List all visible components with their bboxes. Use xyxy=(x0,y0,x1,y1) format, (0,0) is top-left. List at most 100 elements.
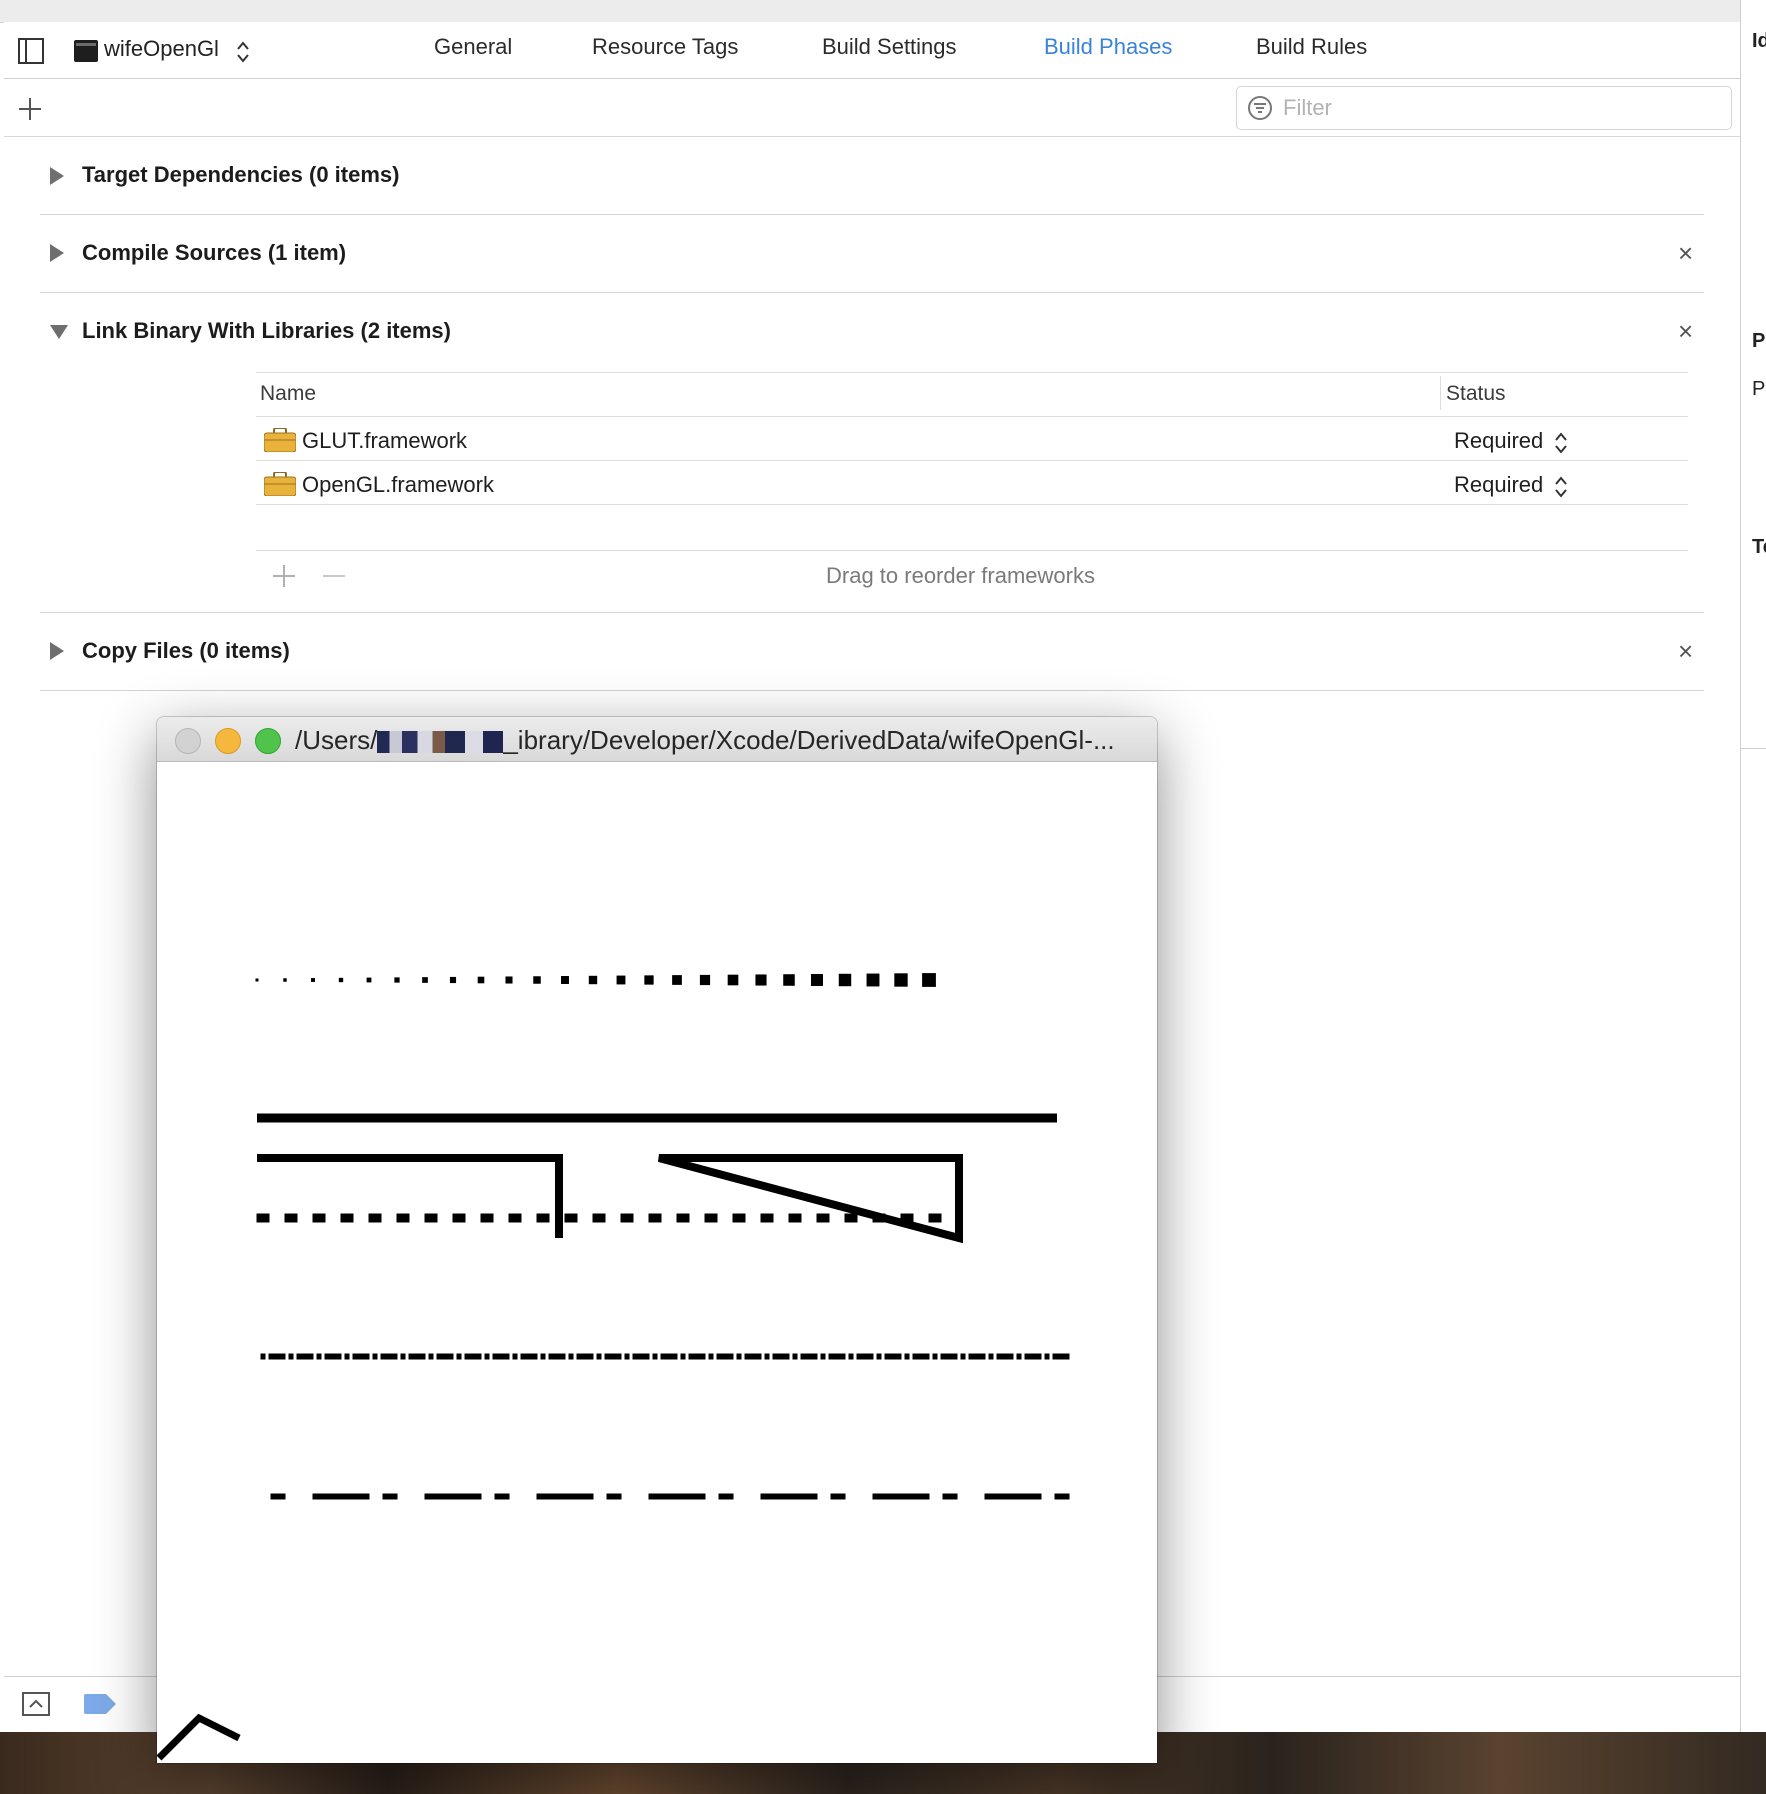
stipple-dot xyxy=(680,1353,686,1360)
tag-icon[interactable] xyxy=(84,1694,116,1714)
stipple-dash xyxy=(508,1213,522,1223)
stipple-dot xyxy=(848,1353,854,1360)
stipple-dot xyxy=(838,973,852,987)
divider xyxy=(40,214,1704,215)
stipple-dot xyxy=(422,977,428,983)
disclosure-triangle-icon[interactable] xyxy=(50,167,64,185)
stipple-dot xyxy=(484,1353,490,1360)
phase-target-dependencies[interactable]: Target Dependencies (0 items) xyxy=(82,162,399,188)
close-icon[interactable]: × xyxy=(1678,316,1693,347)
stipple-dot xyxy=(477,976,485,984)
stipple-dash xyxy=(968,1353,986,1360)
filter-field[interactable] xyxy=(1236,86,1732,130)
table-row-border xyxy=(256,460,1688,461)
stipple-dash xyxy=(368,1213,382,1223)
plus-icon[interactable] xyxy=(272,564,296,588)
filter-icon xyxy=(1248,96,1272,120)
disclosure-triangle-icon[interactable] xyxy=(50,325,68,339)
stipple-dash xyxy=(632,1353,650,1360)
disclosure-triangle-icon[interactable] xyxy=(50,244,64,262)
stepper-arrows-icon[interactable] xyxy=(236,40,250,64)
stipple-dot xyxy=(904,1353,910,1360)
stipple-dash xyxy=(592,1213,606,1223)
tab-resource-tags[interactable]: Resource Tags xyxy=(592,34,738,60)
close-button[interactable] xyxy=(175,728,201,754)
library-row-status[interactable]: Required xyxy=(1454,428,1543,454)
stipple-dash xyxy=(536,1213,550,1223)
stipple-dash xyxy=(340,1213,354,1223)
phase-compile-sources[interactable]: Compile Sources (1 item) xyxy=(82,240,346,266)
stipple-dot xyxy=(568,1353,574,1360)
framework-toolbox-icon xyxy=(264,472,296,496)
stipple-dash xyxy=(856,1353,874,1360)
tab-build-settings[interactable]: Build Settings xyxy=(822,34,957,60)
stipple-dot xyxy=(616,975,626,985)
stipple-dot xyxy=(727,974,739,986)
stipple-dot xyxy=(755,974,767,986)
stipple-dot xyxy=(338,977,344,983)
divider xyxy=(40,292,1704,293)
plus-icon[interactable] xyxy=(18,97,42,121)
disclosure-triangle-icon[interactable] xyxy=(50,642,64,660)
minimize-button[interactable] xyxy=(215,728,241,754)
tab-build-rules[interactable]: Build Rules xyxy=(1256,34,1367,60)
stipple-dot xyxy=(316,1353,322,1360)
column-header-name[interactable]: Name xyxy=(260,382,316,406)
stipple-dash xyxy=(576,1353,594,1360)
stipple-dot xyxy=(456,1353,462,1360)
stipple-dot xyxy=(652,1353,658,1360)
stipple-dash xyxy=(872,1493,930,1500)
divider xyxy=(40,612,1704,613)
stipple-dash xyxy=(436,1353,454,1360)
stipple-dash xyxy=(648,1493,706,1500)
stipple-dash xyxy=(984,1493,1042,1500)
phase-link-binary[interactable]: Link Binary With Libraries (2 items) xyxy=(82,318,451,344)
drag-hint-text: Drag to reorder frameworks xyxy=(826,563,1095,588)
title-path-suffix: _ibrary/Developer/Xcode/DerivedData/wife… xyxy=(503,725,1115,755)
partial-shape xyxy=(157,1713,241,1761)
stepper-arrows-icon[interactable] xyxy=(1554,430,1568,456)
stipple-dot xyxy=(394,977,400,983)
close-icon[interactable]: × xyxy=(1678,238,1693,269)
stipple-dot xyxy=(988,1353,994,1360)
library-row-status[interactable]: Required xyxy=(1454,472,1543,498)
inspector-divider xyxy=(1740,748,1766,749)
stipple-dash xyxy=(1052,1353,1070,1360)
stipple-dash xyxy=(536,1493,594,1500)
stipple-dash xyxy=(480,1213,494,1223)
minus-icon[interactable] xyxy=(322,564,346,588)
column-header-status[interactable]: Status xyxy=(1446,382,1506,406)
inspector-label: Pr xyxy=(1752,330,1766,352)
stipple-dash xyxy=(564,1213,578,1223)
tab-general[interactable]: General xyxy=(434,34,512,60)
stipple-dot xyxy=(624,1353,630,1360)
library-row-name[interactable]: GLUT.framework xyxy=(302,428,467,454)
library-row-name[interactable]: OpenGL.framework xyxy=(302,472,494,498)
inspector-panel xyxy=(1740,0,1766,1732)
phase-copy-files[interactable]: Copy Files (0 items) xyxy=(82,638,290,664)
stipple-dot xyxy=(540,1353,546,1360)
inspector-label: P xyxy=(1752,378,1766,400)
sidebar-toggle-icon[interactable] xyxy=(18,38,44,64)
stipple-dash xyxy=(704,1213,718,1223)
close-icon[interactable]: × xyxy=(1678,636,1693,667)
stipple-dash xyxy=(688,1353,706,1360)
glut-window-titlebar[interactable]: /Users/ _ibrary/Developer/Xcode/DerivedDa… xyxy=(157,717,1157,762)
panel-icon[interactable] xyxy=(22,1692,50,1716)
stipple-dot xyxy=(960,1353,966,1360)
stipple-dash xyxy=(788,1213,802,1223)
stipple-dot xyxy=(764,1353,770,1360)
divider xyxy=(40,690,1704,691)
filter-input[interactable] xyxy=(1281,93,1715,123)
glut-output-window[interactable]: /Users/ _ibrary/Developer/Xcode/DerivedDa… xyxy=(157,717,1157,1763)
target-selector[interactable]: wifeOpenGl xyxy=(104,36,219,62)
zoom-button[interactable] xyxy=(255,728,281,754)
stipple-dot xyxy=(400,1353,406,1360)
stepper-arrows-icon[interactable] xyxy=(1554,474,1568,500)
stipple-dash xyxy=(928,1213,942,1223)
tab-build-phases[interactable]: Build Phases xyxy=(1044,34,1172,60)
stipple-dash xyxy=(830,1493,846,1500)
stipple-dot xyxy=(866,973,880,987)
stipple-dot xyxy=(644,975,654,985)
stipple-dot xyxy=(1044,1353,1050,1360)
